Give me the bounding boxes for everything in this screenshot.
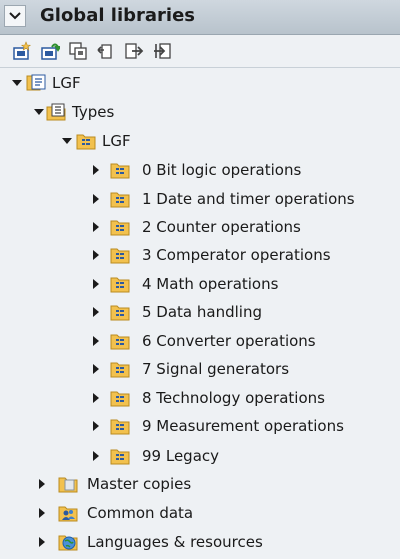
tree-node-lgf-folder[interactable]: LGF <box>0 128 400 154</box>
type-folder-icon <box>110 334 130 350</box>
tree-node-category[interactable]: 6 Converter operations <box>0 328 400 354</box>
tree-node-label: 7 Signal generators <box>142 360 290 378</box>
save-library-icon <box>69 42 87 60</box>
type-folder-icon <box>110 362 130 378</box>
new-library-button[interactable] <box>12 41 32 61</box>
tree-node-languages-resources[interactable]: Languages & resources <box>0 529 400 555</box>
tree-node-label: Common data <box>87 504 194 522</box>
tree-node-lgf-library[interactable]: LGF <box>0 70 400 96</box>
tree-node-label: 5 Data handling <box>142 303 262 321</box>
tree-node-label: 3 Comperator operations <box>142 246 331 264</box>
new-library-icon <box>13 41 32 60</box>
export-icon <box>125 43 144 59</box>
tree-node-label: Types <box>72 103 115 121</box>
tree-node-label: LGF <box>52 74 81 92</box>
tree-node-category[interactable]: 99 Legacy <box>0 443 400 469</box>
expand-arrow-icon[interactable] <box>34 109 44 115</box>
type-folder-icon <box>110 220 130 236</box>
type-folder-icon <box>110 449 130 465</box>
collapse-button[interactable] <box>4 5 26 27</box>
tree-node-label: 6 Converter operations <box>142 332 316 350</box>
type-folder-icon <box>110 248 130 264</box>
tree-node-category[interactable]: 8 Technology operations <box>0 385 400 411</box>
type-folder-icon <box>110 305 130 321</box>
tree-node-label: Languages & resources <box>87 533 263 551</box>
expand-arrow-icon[interactable] <box>93 451 99 461</box>
tree-node-label: 9 Measurement operations <box>142 417 344 435</box>
tree-node-category[interactable]: 3 Comperator operations <box>0 242 400 268</box>
type-folder-icon <box>110 419 130 435</box>
open-library-button[interactable] <box>40 41 62 61</box>
expand-arrow-icon[interactable] <box>39 479 45 489</box>
tree-node-category[interactable]: 9 Measurement operations <box>0 413 400 439</box>
tree-node-label: LGF <box>102 132 131 150</box>
tree-node-category[interactable]: 1 Date and timer operations <box>0 186 400 212</box>
expand-arrow-icon[interactable] <box>12 80 22 86</box>
type-folder-icon <box>110 163 130 179</box>
tree-node-label: Master copies <box>87 475 192 493</box>
expand-arrow-icon[interactable] <box>93 165 99 175</box>
expand-arrow-icon[interactable] <box>93 194 99 204</box>
tree-node-common-data[interactable]: Common data <box>0 500 400 526</box>
type-folder-icon <box>110 277 130 293</box>
common-data-icon <box>58 506 78 522</box>
type-folder-icon <box>110 391 130 407</box>
types-folder-icon <box>46 103 66 121</box>
tree-node-types[interactable]: Types <box>0 99 400 125</box>
expand-arrow-icon[interactable] <box>93 336 99 346</box>
library-toolbar <box>0 35 400 68</box>
tree-node-label: 2 Counter operations <box>142 218 301 236</box>
chevron-down-icon <box>9 12 21 20</box>
expand-arrow-icon[interactable] <box>39 508 45 518</box>
expand-arrow-icon[interactable] <box>93 307 99 317</box>
tree-node-category[interactable]: 0 Bit logic operations <box>0 157 400 183</box>
panel-header: Global libraries <box>0 0 400 35</box>
tree-node-category[interactable]: 7 Signal generators <box>0 356 400 382</box>
save-library-button[interactable] <box>68 41 88 61</box>
tree-node-label: 99 Legacy <box>142 447 220 465</box>
tree-node-master-copies[interactable]: Master copies <box>0 471 400 497</box>
master-copies-folder-icon <box>58 477 78 493</box>
expand-arrow-icon[interactable] <box>93 364 99 374</box>
library-icon <box>26 74 46 91</box>
tree-node-category[interactable]: 4 Math operations <box>0 271 400 297</box>
open-library-icon <box>41 43 62 60</box>
tree-node-category[interactable]: 5 Data handling <box>0 299 400 325</box>
expand-arrow-icon[interactable] <box>93 421 99 431</box>
import-icon <box>154 43 171 59</box>
expand-arrow-icon[interactable] <box>93 393 99 403</box>
tree-node-label: 1 Date and timer operations <box>142 190 355 208</box>
close-library-icon <box>97 44 112 59</box>
expand-arrow-icon[interactable] <box>39 537 45 547</box>
import-button[interactable] <box>152 41 172 61</box>
tree-node-label: 0 Bit logic operations <box>142 161 302 179</box>
expand-arrow-icon[interactable] <box>93 279 99 289</box>
export-button[interactable] <box>124 41 144 61</box>
type-folder-icon <box>76 134 96 150</box>
expand-arrow-icon[interactable] <box>62 138 72 144</box>
tree-node-label: 8 Technology operations <box>142 389 325 407</box>
tree-node-category[interactable]: 2 Counter operations <box>0 214 400 240</box>
expand-arrow-icon[interactable] <box>93 250 99 260</box>
panel-title: Global libraries <box>40 5 195 26</box>
type-folder-icon <box>110 192 130 208</box>
globe-icon <box>58 535 78 551</box>
tree-node-label: 4 Math operations <box>142 275 279 293</box>
expand-arrow-icon[interactable] <box>93 222 99 232</box>
close-library-button[interactable] <box>96 41 116 61</box>
